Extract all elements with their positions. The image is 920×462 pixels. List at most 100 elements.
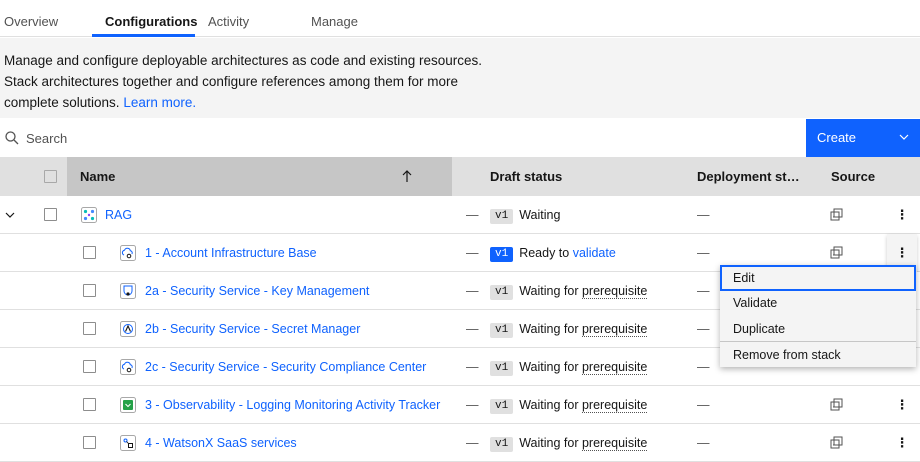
row-checkbox[interactable] [83,322,96,335]
status-text: Waiting for [519,284,582,298]
row-dash: — [466,360,479,374]
description-line-3: complete solutions. [4,95,124,110]
row-dash: — [466,322,479,336]
row-name-link[interactable]: 2b - Security Service - Secret Manager [145,310,360,348]
table-toolbar: Create [0,119,920,157]
row-checkbox[interactable] [83,246,96,259]
cloud-gear-icon [120,359,136,375]
status-text: Ready to [519,246,573,260]
draft-status-cell: v1 Ready to validate [490,234,616,272]
description-line-1: Manage and configure deployable architec… [4,53,483,68]
row-dash: — [466,284,479,298]
status-text: Waiting for [519,398,582,412]
version-tag: v1 [490,399,514,414]
row-checkbox[interactable] [83,360,96,373]
name-column-header[interactable]: Name [67,157,452,196]
source-header[interactable]: Source [831,157,875,196]
tab-overview[interactable]: Overview [4,0,58,37]
deployment-status-cell: — [697,246,710,260]
description-line-2: Stack architectures together and configu… [4,74,458,89]
prerequisite-tooltip-trigger[interactable]: prerequisite [581,398,648,413]
learn-more-link[interactable]: Learn more. [123,95,196,110]
deployment-status-cell: — [697,284,710,298]
version-tag: v1 [490,209,514,224]
watsonx-icon [120,435,136,451]
version-tag: v1 [490,323,514,338]
overflow-menu-icon[interactable]: ⋮ [887,424,917,462]
deployment-status-cell: — [697,398,710,412]
create-button[interactable]: Create [806,119,920,157]
description-banner: Manage and configure deployable architec… [0,38,920,118]
row-name-link[interactable]: 3 - Observability - Logging Monitoring A… [145,386,440,424]
row-checkbox[interactable] [83,398,96,411]
row-name-link[interactable]: RAG [105,196,132,234]
tab-activity[interactable]: Activity [208,0,249,37]
table-header: Name Draft status Deployment st… Source [0,157,920,196]
table-row: RAG — v1 Waiting — ⋮ [0,196,920,234]
key-shield-icon [120,283,136,299]
row-checkbox[interactable] [83,284,96,297]
prerequisite-tooltip-trigger[interactable]: prerequisite [581,360,648,375]
prerequisite-tooltip-trigger[interactable]: prerequisite [581,436,648,451]
menu-item-validate[interactable]: Validate [720,290,916,316]
version-tag: v1 [490,247,514,262]
search-icon [5,131,19,145]
name-header-label: Name [80,169,116,184]
status-text: Waiting for [519,360,582,374]
prerequisite-tooltip-trigger[interactable]: prerequisite [581,284,648,299]
deployment-status-cell: — [697,360,710,374]
deployment-status-cell: — [697,322,710,336]
status-text: Waiting for [519,322,582,336]
active-tab-indicator [92,34,195,37]
sort-arrow-up-icon[interactable] [400,169,414,183]
tab-configurations[interactable]: Configurations [105,0,197,37]
row-name-link[interactable]: 1 - Account Infrastructure Base [145,234,317,272]
row-dash: — [466,436,479,450]
row-name-link[interactable]: 4 - WatsonX SaaS services [145,424,297,462]
version-tag: v1 [490,437,514,452]
catalog-icon [830,398,843,411]
draft-status-cell: v1 Waiting for prerequisite [490,424,648,462]
cloud-gear-icon [120,245,136,261]
row-dash: — [466,246,479,260]
validate-link[interactable]: validate [573,246,616,260]
draft-status-cell: v1 Waiting for prerequisite [490,310,648,348]
overflow-menu-icon[interactable]: ⋮ [887,196,917,234]
table-row: 3 - Observability - Logging Monitoring A… [0,386,920,424]
chevron-down-icon [899,134,909,140]
row-name-link[interactable]: 2c - Security Service - Security Complia… [145,348,426,386]
menu-item-edit[interactable]: Edit [720,265,916,291]
tab-bar: Overview Configurations Activity Manage [0,0,920,37]
prerequisite-tooltip-trigger[interactable]: prerequisite [581,322,648,337]
chevron-down-icon[interactable] [5,210,15,220]
overflow-menu: Edit Validate Duplicate Remove from stac… [720,265,916,367]
catalog-icon [830,208,843,221]
search-input[interactable] [26,126,626,150]
deployment-status-header[interactable]: Deployment st… [697,157,800,196]
stack-icon [81,207,97,223]
catalog-icon [830,436,843,449]
row-name-link[interactable]: 2a - Security Service - Key Management [145,272,369,310]
row-checkbox[interactable] [44,208,57,221]
create-button-label: Create [817,130,857,145]
overflow-menu-icon[interactable]: ⋮ [887,386,917,424]
draft-status-header[interactable]: Draft status [490,157,562,196]
catalog-icon [830,246,843,259]
status-text: Waiting [519,208,561,222]
select-all-checkbox[interactable] [44,170,57,183]
menu-item-remove-from-stack[interactable]: Remove from stack [720,342,916,368]
table-row: 4 - WatsonX SaaS services — v1 Waiting fo… [0,424,920,462]
version-tag: v1 [490,285,514,300]
status-text: Waiting for [519,436,582,450]
draft-status-cell: v1 Waiting for prerequisite [490,348,648,386]
observability-icon [120,397,136,413]
tab-manage[interactable]: Manage [311,0,358,37]
menu-item-duplicate[interactable]: Duplicate [720,316,916,342]
row-dash: — [466,398,479,412]
deployment-status-cell: — [697,208,710,222]
secret-icon [120,321,136,337]
row-checkbox[interactable] [83,436,96,449]
row-dash: — [466,208,479,222]
version-tag: v1 [490,361,514,376]
draft-status-cell: v1 Waiting for prerequisite [490,386,648,424]
